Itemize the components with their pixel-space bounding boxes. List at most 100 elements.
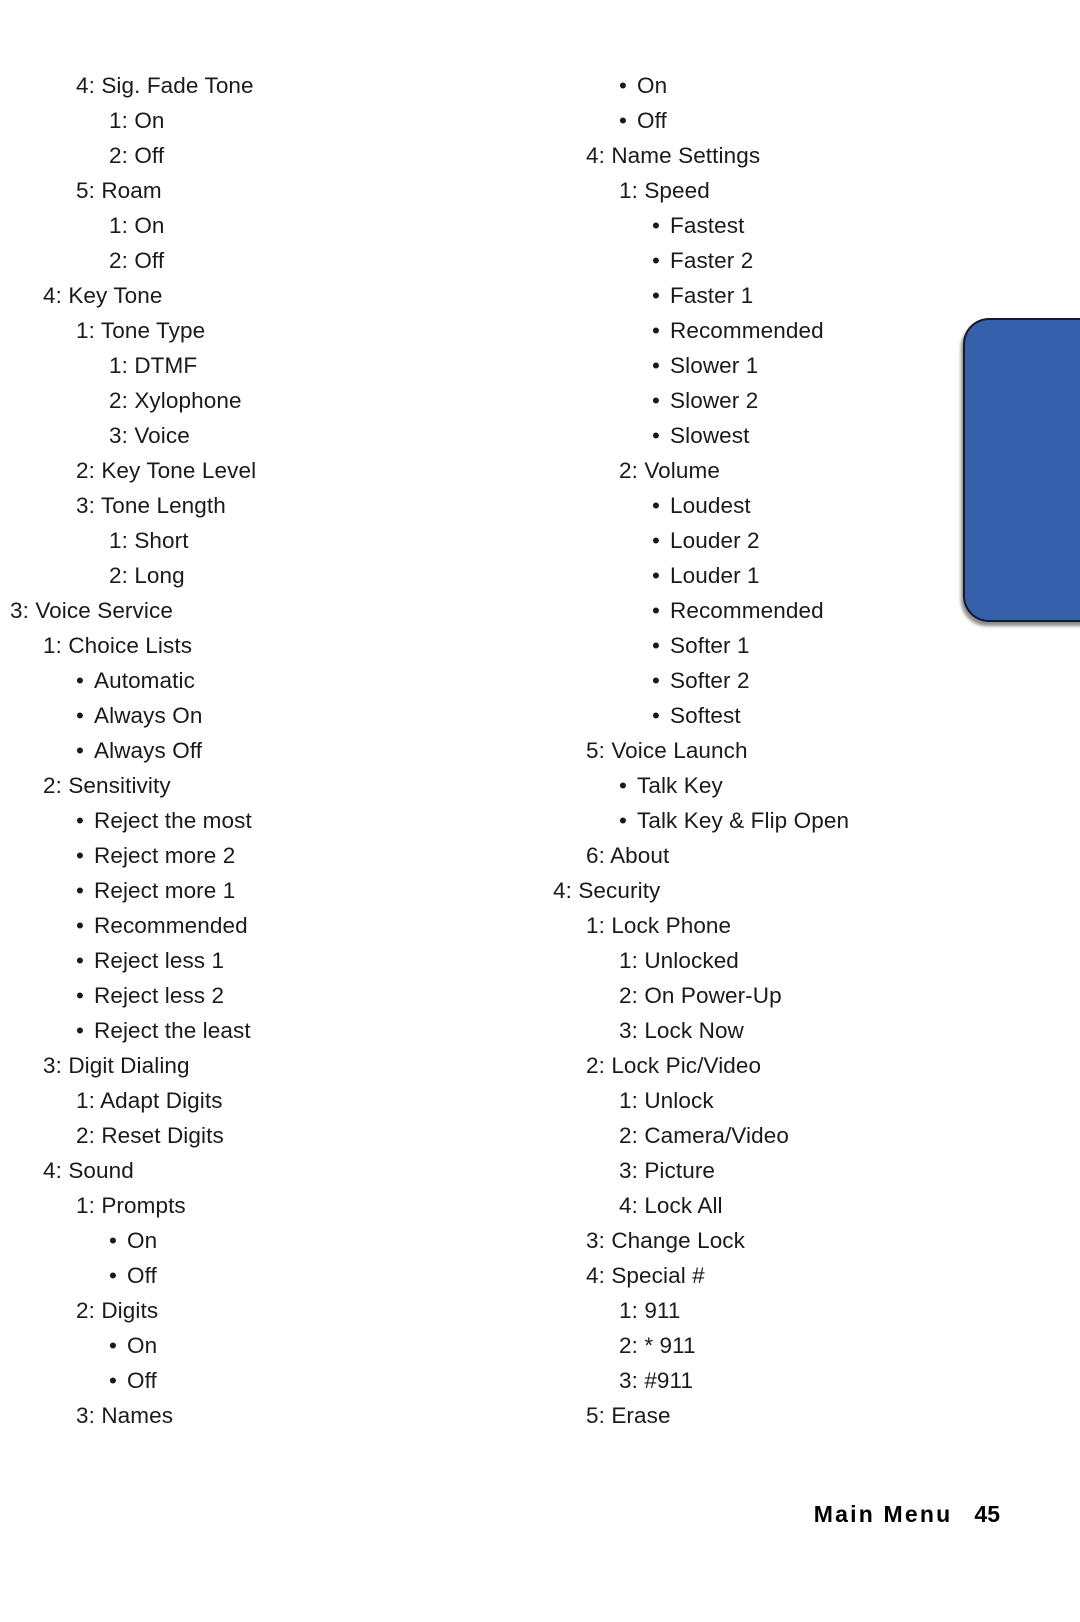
outline-right-item: • Softest	[520, 698, 1000, 733]
outline-right-item-label: 2: Volume	[619, 458, 720, 483]
bullet-icon: •	[76, 738, 84, 763]
section-thumb-tab: Main Menu	[963, 318, 1080, 622]
outline-left-item-label: Reject the least	[94, 1018, 251, 1043]
bullet-icon: •	[76, 668, 84, 693]
manual-page: 4: Sig. Fade Tone 1: On 2: Off 5: Roam 1: On…	[0, 0, 1080, 1622]
bullet-icon: •	[652, 703, 660, 728]
outline-left-item-label: 4: Sound	[43, 1158, 134, 1183]
bullet-icon: •	[652, 283, 660, 308]
outline-left-item: 3: Tone Length	[10, 488, 490, 523]
outline-left-item-label: Recommended	[94, 913, 248, 938]
outline-column-left: 4: Sig. Fade Tone 1: On 2: Off 5: Roam 1: On…	[10, 68, 490, 1433]
outline-left-item-label: 2: Off	[109, 248, 165, 273]
outline-left-item-label: 2: Sensitivity	[43, 773, 171, 798]
outline-right-item: 2: Volume	[520, 453, 1000, 488]
outline-left-item-label: 3: Tone Length	[76, 493, 226, 518]
outline-right-item-label: Louder 2	[670, 528, 760, 553]
outline-right-item-label: Slower 1	[670, 353, 759, 378]
outline-left-item-label: Reject more 2	[94, 843, 236, 868]
outline-right-item: • Slower 1	[520, 348, 1000, 383]
outline-right-item-label: Fastest	[670, 213, 745, 238]
outline-left-item: 1: Short	[10, 523, 490, 558]
bullet-icon: •	[76, 703, 84, 728]
outline-right-item: 1: Unlocked	[520, 943, 1000, 978]
footer-page-number: 45	[974, 1500, 1000, 1527]
bullet-icon: •	[109, 1263, 117, 1288]
outline-left-item: 4: Key Tone	[10, 278, 490, 313]
outline-right-item: • Louder 2	[520, 523, 1000, 558]
bullet-icon: •	[76, 808, 84, 833]
outline-left-item: 2: Sensitivity	[10, 768, 490, 803]
outline-right-item-label: Slowest	[670, 423, 750, 448]
outline-right-item: • On	[520, 68, 1000, 103]
outline-left-item-label: 1: Adapt Digits	[76, 1088, 223, 1113]
outline-right-item: • Recommended	[520, 593, 1000, 628]
outline-right-item-label: Softest	[670, 703, 741, 728]
outline-left-item-label: Off	[127, 1263, 157, 1288]
page-footer: Main Menu 45	[0, 1492, 1080, 1536]
outline-left-item: 1: On	[10, 208, 490, 243]
bullet-icon: •	[652, 318, 660, 343]
outline-left-item-label: 2: Off	[109, 143, 165, 168]
outline-left-item: 4: Sig. Fade Tone	[10, 68, 490, 103]
outline-right-item: 6: About	[520, 838, 1000, 873]
outline-left-item: • Off	[10, 1258, 490, 1293]
bullet-icon: •	[619, 808, 627, 833]
outline-left-item: 3: Voice	[10, 418, 490, 453]
outline-left-item: • Reject less 2	[10, 978, 490, 1013]
bullet-icon: •	[619, 108, 627, 133]
outline-left-item: 4: Sound	[10, 1153, 490, 1188]
outline-right-item: • Talk Key	[520, 768, 1000, 803]
outline-right-item-label: Softer 2	[670, 668, 750, 693]
outline-right-item-label: 3: Change Lock	[586, 1228, 746, 1253]
outline-right-item: 4: Special #	[520, 1258, 1000, 1293]
outline-left-item: • Reject less 1	[10, 943, 490, 978]
outline-left-item-label: 2: Digits	[76, 1298, 159, 1323]
outline-right-item-label: 2: Lock Pic/Video	[586, 1053, 762, 1078]
outline-right-item-label: 2: * 911	[619, 1333, 696, 1358]
outline-left-item-label: Reject the most	[94, 808, 252, 833]
bullet-icon: •	[652, 388, 660, 413]
outline-right-item: 5: Voice Launch	[520, 733, 1000, 768]
outline-right-item: 3: Lock Now	[520, 1013, 1000, 1048]
outline-left-item-label: 1: Prompts	[76, 1193, 186, 1218]
bullet-icon: •	[652, 563, 660, 588]
bullet-icon: •	[109, 1368, 117, 1393]
outline-right-item: 2: Lock Pic/Video	[520, 1048, 1000, 1083]
outline-right-item-label: Faster 2	[670, 248, 754, 273]
outline-left-item-label: 2: Key Tone Level	[76, 458, 257, 483]
outline-right-item: • Slowest	[520, 418, 1000, 453]
outline-left-item: 2: Reset Digits	[10, 1118, 490, 1153]
outline-right-item: 5: Erase	[520, 1398, 1000, 1433]
outline-left-item: 3: Voice Service	[10, 593, 490, 628]
outline-right-item-label: Slower 2	[670, 388, 759, 413]
outline-left-item: 1: Choice Lists	[10, 628, 490, 663]
outline-left-item-label: 1: Tone Type	[76, 318, 206, 343]
outline-left-item: • Reject the least	[10, 1013, 490, 1048]
outline-left-item: • Always On	[10, 698, 490, 733]
footer-section-title: Main Menu	[813, 1500, 953, 1527]
outline-right-item: • Faster 1	[520, 278, 1000, 313]
outline-left-item-label: 4: Sig. Fade Tone	[76, 73, 254, 98]
outline-left-item-label: 3: Voice Service	[10, 598, 173, 623]
outline-right-item: • Softer 1	[520, 628, 1000, 663]
outline-right-item-label: 3: Picture	[619, 1158, 716, 1183]
outline-left-item: 2: Off	[10, 243, 490, 278]
outline-right-item: 4: Security	[520, 873, 1000, 908]
outline-right-item-label: 3: Lock Now	[619, 1018, 744, 1043]
outline-left-item-label: 5: Roam	[76, 178, 162, 203]
outline-left-item: • On	[10, 1328, 490, 1363]
bullet-icon: •	[652, 248, 660, 273]
outline-left-item: 1: Tone Type	[10, 313, 490, 348]
outline-left-item-label: 1: On	[109, 213, 165, 238]
outline-right-item: • Off	[520, 103, 1000, 138]
outline-left-item-label: 3: Names	[76, 1403, 174, 1428]
outline-right-item: 4: Lock All	[520, 1188, 1000, 1223]
outline-left-item: • Always Off	[10, 733, 490, 768]
outline-right-item-label: Louder 1	[670, 563, 760, 588]
bullet-icon: •	[652, 423, 660, 448]
bullet-icon: •	[76, 913, 84, 938]
outline-left-item: • Off	[10, 1363, 490, 1398]
outline-right-item-label: 1: Speed	[619, 178, 710, 203]
outline-left-item: 1: Prompts	[10, 1188, 490, 1223]
